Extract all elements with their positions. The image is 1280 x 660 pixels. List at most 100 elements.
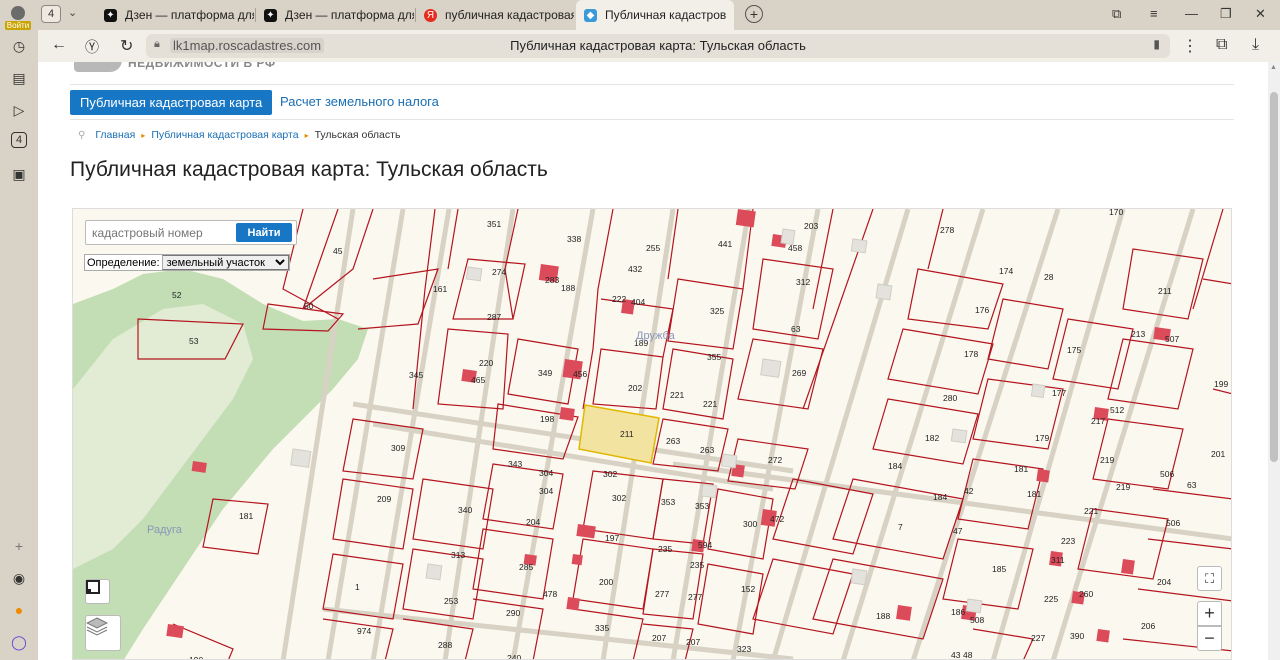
parcel-number-label: 198 <box>540 414 554 424</box>
cadastral-map[interactable]: 351 338 255 441 203 458 432 278 170 45 274 283 188 31… <box>72 208 1232 660</box>
notes-icon[interactable]: ▤ <box>9 68 29 88</box>
history-icon[interactable]: ◷ <box>9 36 29 56</box>
sidebar-badge-icon[interactable]: 4 <box>11 132 27 148</box>
parcel-number-label: 217 <box>1091 416 1105 426</box>
building <box>896 605 912 621</box>
menu-icon[interactable]: ≡ <box>1150 6 1158 21</box>
parcel-number-label: 200 <box>599 577 613 587</box>
new-tab-button[interactable]: + <box>745 5 763 23</box>
fullscreen-icon[interactable]: ⛶ <box>1197 566 1222 591</box>
parcel-number-label: 432 <box>628 264 642 274</box>
bookmark-icon[interactable]: ▮ <box>1153 37 1160 51</box>
parcel-number-label: 206 <box>1141 621 1155 631</box>
tab-collections-icon[interactable]: ⧉ <box>1112 6 1121 22</box>
parcel-number-label: 325 <box>710 306 724 316</box>
tab-count-badge[interactable]: 4 <box>41 5 61 23</box>
parcel-number-label: 184 <box>888 461 902 471</box>
alice-icon[interactable]: ◉ <box>9 568 29 588</box>
parcel-number-label: 204 <box>526 517 540 527</box>
parcel-number-label: 338 <box>567 234 581 244</box>
parcel-number-label: 63 <box>1187 480 1197 490</box>
parcel-number-label: 181 <box>1027 489 1041 499</box>
browser-tab-1[interactable]: ✦ Дзен — платформа для п <box>96 0 254 30</box>
parcel-boundary <box>402 548 484 620</box>
parcel-number-label: 201 <box>1211 449 1225 459</box>
building <box>191 461 207 473</box>
find-button[interactable]: Найти <box>236 223 292 242</box>
profile-button[interactable]: Войти <box>0 0 36 30</box>
scroll-up-icon[interactable]: ▲ <box>1270 64 1277 71</box>
tab-title: публичная кадастровая к <box>445 8 574 22</box>
parcel-number-label: 225 <box>1044 594 1058 604</box>
close-window-icon[interactable]: ✕ <box>1255 6 1266 22</box>
zoom-out-button[interactable]: − <box>1197 626 1222 651</box>
market-icon[interactable]: ● <box>9 600 29 620</box>
yandex-icon[interactable]: Ⓨ <box>85 37 99 57</box>
parcel-number-label: 390 <box>1070 631 1084 641</box>
building <box>1036 469 1050 483</box>
nav-cadastral-map[interactable]: Публичная кадастровая карта <box>70 90 273 115</box>
parcel-number-label: 47 <box>953 526 963 536</box>
minimize-icon[interactable]: — <box>1185 6 1198 21</box>
browser-tab-2[interactable]: ✦ Дзен — платформа для п <box>256 0 414 30</box>
parcel-number-label: 302 <box>603 469 617 479</box>
parcel-number-label: 48 <box>963 650 973 660</box>
parcel-number-label: 355 <box>707 352 721 362</box>
parcel-number-label: 53 <box>189 336 199 346</box>
video-icon[interactable]: ▷ <box>9 100 29 120</box>
more-options-icon[interactable]: ⋮ <box>1182 36 1198 56</box>
page-scrollbar[interactable]: ▲ <box>1268 62 1280 660</box>
building <box>166 624 184 639</box>
page-title: Публичная кадастровая карта: Тульская об… <box>70 158 548 181</box>
nav-land-tax[interactable]: Расчет земельного налога <box>280 94 439 109</box>
parcel-number-label: 458 <box>788 243 802 253</box>
add-panel-icon[interactable]: + <box>9 536 29 556</box>
parcel-labels: 351338255 4412034584322781704527428318831… <box>172 209 1228 660</box>
parcel-number-label: 313 <box>451 550 465 560</box>
scrollbar-thumb[interactable] <box>1270 92 1278 462</box>
parcel-number-label: 309 <box>391 443 405 453</box>
select-area-icon[interactable] <box>85 579 110 604</box>
building-gray <box>850 238 868 254</box>
building <box>566 597 580 611</box>
browser-tab-4-active[interactable]: ◆ Публичная кадастров ✕ <box>576 0 734 30</box>
parcel-number-label: 349 <box>538 368 552 378</box>
messenger-icon[interactable]: ◯ <box>9 632 29 652</box>
layers-icon[interactable] <box>85 615 121 651</box>
parcel-number-label: 199 <box>1214 379 1228 389</box>
url-field[interactable]: 🔒︎ lk1map.roscadastres.com Публичная кад… <box>146 34 1170 58</box>
extensions-icon[interactable]: ⧉ <box>1216 36 1227 54</box>
site-logo[interactable] <box>74 62 122 72</box>
cadastral-search: Найти <box>85 220 297 245</box>
building-gray <box>290 448 312 468</box>
breadcrumb-map[interactable]: Публичная кадастровая карта <box>151 129 298 141</box>
parcel-number-label: 255 <box>646 243 660 253</box>
downloads-icon[interactable]: ⤓ <box>1252 36 1259 54</box>
map-canvas[interactable]: 351338255 4412034584322781704527428318831… <box>73 209 1232 660</box>
selected-parcel[interactable] <box>578 404 660 464</box>
parcel-number-label: 478 <box>543 589 557 599</box>
definition-select[interactable]: земельный участок <box>161 255 289 270</box>
browser-tab-3[interactable]: Я публичная кадастровая к <box>416 0 574 30</box>
cadastral-number-input[interactable] <box>90 224 232 241</box>
parcel-number-label: 285 <box>519 562 533 572</box>
screenshot-icon[interactable]: ▣ <box>9 164 29 184</box>
parcel-number-label: 211 <box>620 429 634 439</box>
parcel-number-label: 274 <box>492 267 506 277</box>
parcel-number-label: 207 <box>652 633 666 643</box>
parcel-number-label: 176 <box>975 305 989 315</box>
parcel-number-label: 269 <box>792 368 806 378</box>
building <box>571 554 583 566</box>
back-arrow-icon[interactable]: ← <box>51 36 67 54</box>
parcel-number-label: 52 <box>172 290 182 300</box>
breadcrumb-home[interactable]: Главная <box>95 129 135 141</box>
parcel-number-label: 220 <box>479 358 493 368</box>
restore-icon[interactable]: ❐ <box>1220 6 1232 22</box>
chevron-down-icon[interactable]: ⌄ <box>68 6 77 19</box>
zoom-in-button[interactable]: + <box>1197 601 1222 626</box>
parcel-number-label: 222 <box>612 294 626 304</box>
reload-icon[interactable]: ↻ <box>120 36 133 56</box>
building-gray <box>465 266 483 282</box>
parcel-number-label: 1 <box>355 582 360 592</box>
building-gray <box>850 568 868 586</box>
